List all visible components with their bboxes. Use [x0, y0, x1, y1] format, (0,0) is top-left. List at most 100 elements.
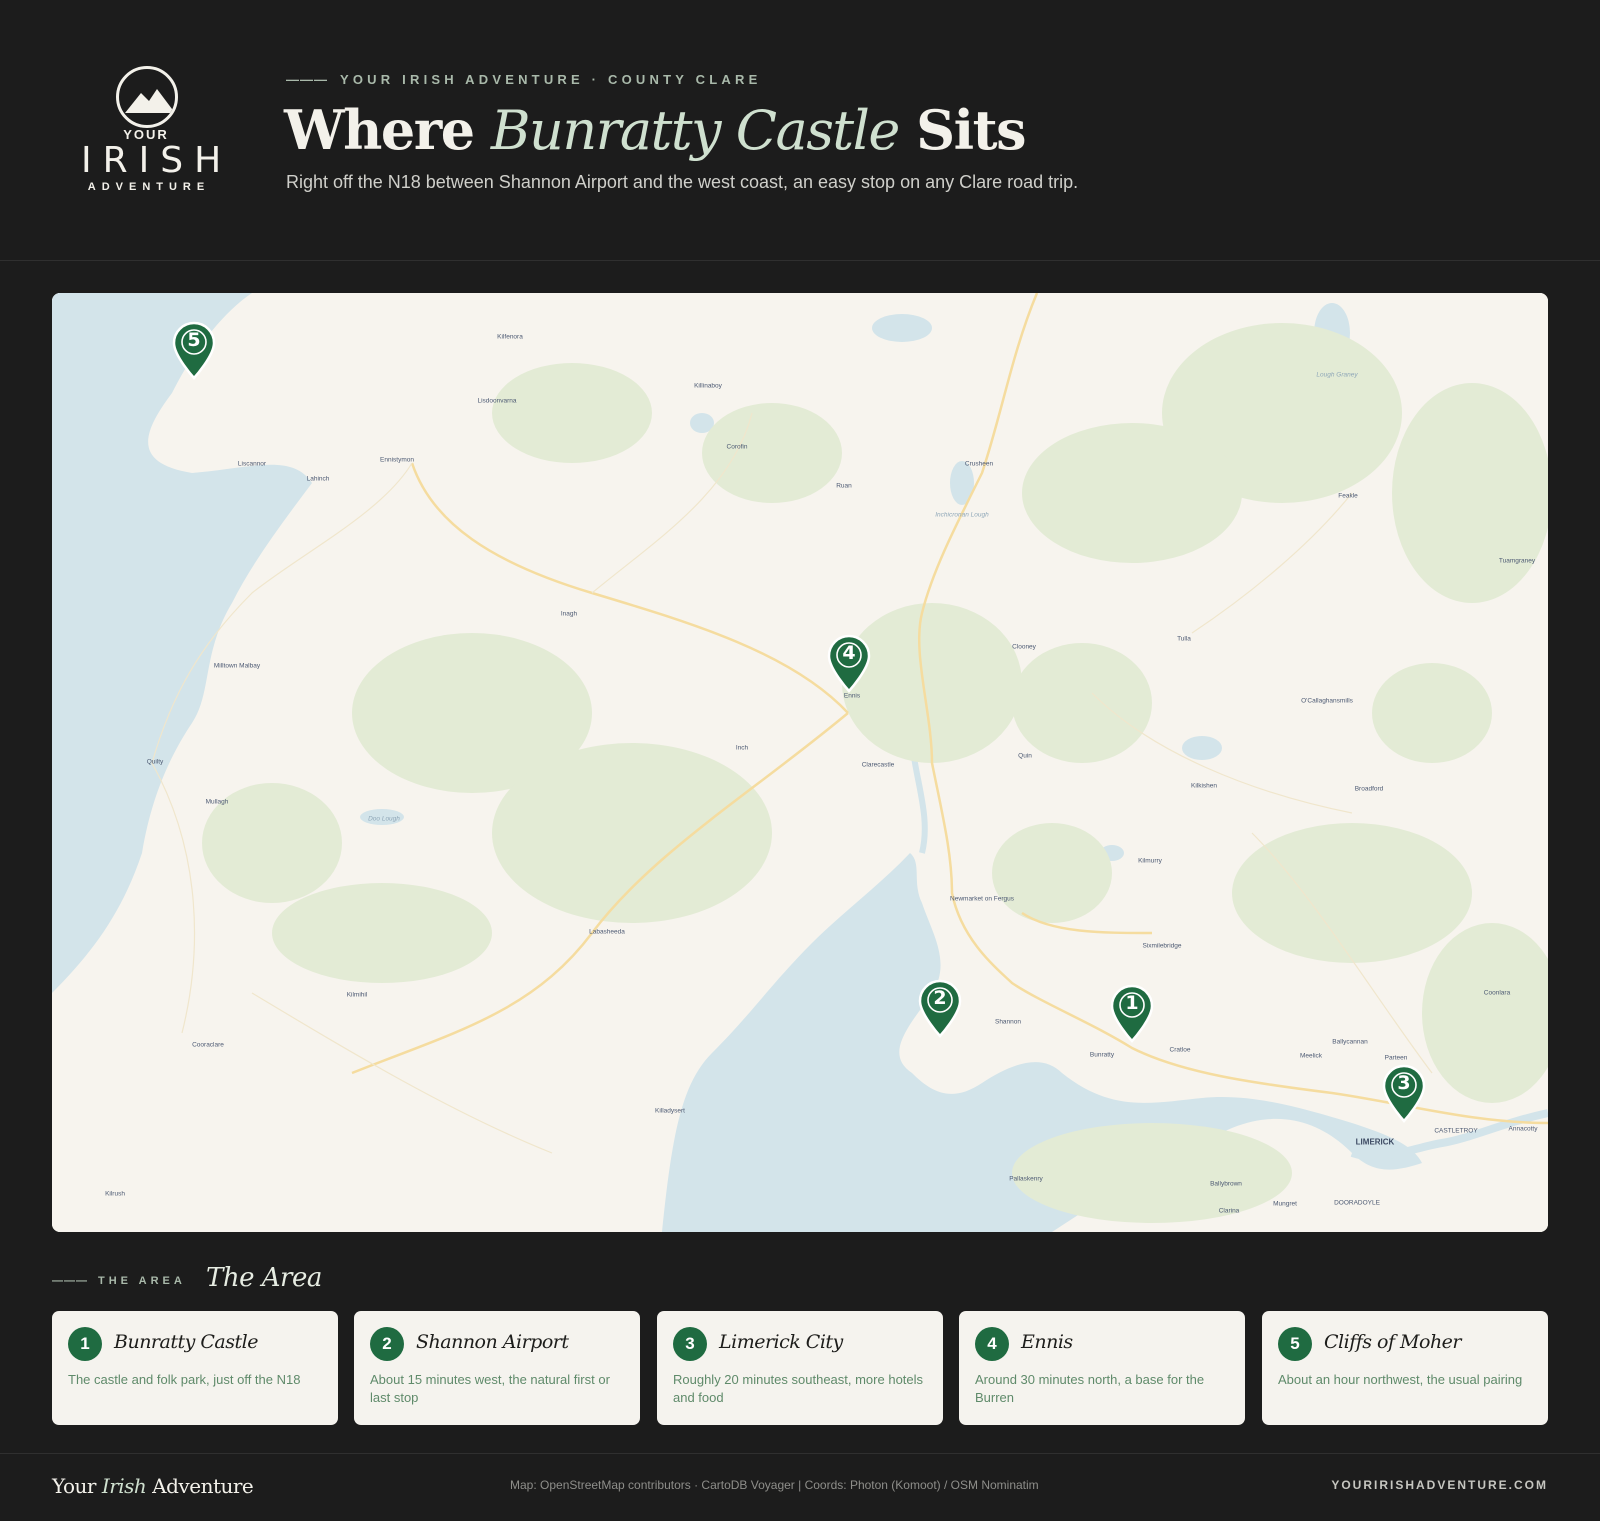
place-label: Doo Lough: [368, 815, 400, 823]
location-card[interactable]: 4 Ennis Around 30 minutes north, a base …: [959, 1311, 1245, 1425]
card-description: About 15 minutes west, the natural first…: [370, 1372, 610, 1405]
place-label: DOORADOYLE: [1334, 1199, 1380, 1207]
card-title: Limerick City: [719, 1331, 843, 1353]
place-label: Crusheen: [964, 460, 994, 468]
card-number: 1: [68, 1327, 102, 1361]
place-label: Kilmihil: [346, 991, 368, 999]
place-label: Quilty: [146, 758, 164, 766]
card-number: 5: [1278, 1327, 1312, 1361]
place-label: Tuamgraney: [1498, 557, 1536, 565]
map-marker-pin-icon[interactable]: 5: [171, 320, 217, 380]
marker-number: 3: [1397, 1072, 1411, 1094]
location-card[interactable]: 2 Shannon Airport About 15 minutes west,…: [354, 1311, 640, 1425]
logo-text-main: IRISH: [81, 140, 233, 181]
map-marker-pin-icon[interactable]: 4: [826, 633, 872, 693]
footer-brand-pre: Your: [52, 1474, 102, 1498]
page-title: Where Bunratty Castle Sits: [284, 98, 1027, 162]
site-url-link[interactable]: YOURIRISHADVENTURE.COM: [1331, 1478, 1548, 1492]
place-label: Quin: [1018, 752, 1032, 760]
place-label: Ballybrown: [1210, 1180, 1242, 1188]
place-label: Broadford: [1354, 785, 1384, 793]
place-label: Ennis: [843, 692, 861, 700]
place-label: Clarina: [1218, 1207, 1240, 1215]
area-kicker-text: THE AREA: [98, 1275, 186, 1287]
place-label: Killinaboy: [694, 382, 722, 390]
place-label: Killadysert: [655, 1107, 685, 1115]
place-label: Cooraclare: [192, 1041, 224, 1049]
place-label: Pallaskenry: [1009, 1175, 1043, 1183]
marker-number: 4: [842, 642, 856, 664]
card-description: The castle and folk park, just off the N…: [68, 1372, 301, 1387]
place-label: Clarecastle: [861, 761, 895, 769]
brand-logo[interactable]: YOUR IRISH ADVENTURE: [70, 64, 222, 194]
logo-text-bottom: ADVENTURE: [87, 181, 211, 193]
place-label: Kilmurry: [1138, 857, 1162, 865]
place-label: Newmarket on Fergus: [950, 895, 1014, 903]
page-subtitle: Right off the N18 between Shannon Airpor…: [286, 172, 1079, 192]
place-label: Inchicronan Lough: [935, 511, 989, 519]
location-cards: 1 Bunratty Castle The castle and folk pa…: [52, 1311, 1548, 1425]
footer-brand[interactable]: Your Irish Adventure: [52, 1474, 254, 1498]
place-label: Corofin: [726, 443, 748, 451]
card-title: Cliffs of Moher: [1324, 1331, 1462, 1353]
map-attribution: Map: OpenStreetMap contributors · CartoD…: [510, 1478, 1039, 1492]
page-header: YOUR IRISH ADVENTURE ——— YOUR IRISH ADVEN…: [0, 0, 1600, 261]
place-label: Lahinch: [306, 475, 330, 483]
map-marker-pin-icon[interactable]: 1: [1109, 983, 1155, 1043]
place-label: Meelick: [1299, 1052, 1323, 1060]
place-label: Inch: [735, 744, 749, 752]
footer-brand-post: Adventure: [146, 1474, 254, 1498]
place-label: Ruan: [836, 482, 852, 490]
footer-brand-em: Irish: [101, 1474, 147, 1498]
place-label: Sixmilebridge: [1142, 942, 1182, 950]
map-canvas[interactable]: Kilfenora Killinaboy Lisdoonvarna Ennistymo…: [52, 293, 1548, 1232]
marker-number: 1: [1125, 992, 1139, 1014]
location-card[interactable]: 5 Cliffs of Moher About an hour northwes…: [1262, 1311, 1548, 1425]
place-label: Liscannor: [237, 460, 267, 468]
place-label: Annacotty: [1508, 1125, 1538, 1133]
card-description: Around 30 minutes north, a base for the …: [975, 1372, 1205, 1405]
area-kicker-dash: ———: [52, 1275, 88, 1287]
place-label: Kilfenora: [497, 333, 523, 341]
area-title: The Area: [206, 1263, 322, 1293]
map-marker-pin-icon[interactable]: 3: [1381, 1063, 1427, 1123]
place-label: Tulla: [1177, 635, 1191, 643]
title-emphasis: Bunratty Castle: [490, 99, 900, 162]
card-number: 3: [673, 1327, 707, 1361]
place-label: Labasheeda: [589, 928, 625, 936]
card-number: 4: [975, 1327, 1009, 1361]
title-post: Sits: [898, 98, 1026, 162]
place-label: Feakle: [1338, 492, 1358, 500]
kicker-dash: ———: [286, 72, 328, 87]
kicker-text: YOUR IRISH ADVENTURE · COUNTY CLARE: [340, 72, 762, 87]
place-label: O'Callaghansmills: [1301, 697, 1353, 705]
location-card[interactable]: 3 Limerick City Roughly 20 minutes south…: [657, 1311, 943, 1425]
card-description: Roughly 20 minutes southeast, more hotel…: [673, 1372, 924, 1405]
card-number: 2: [370, 1327, 404, 1361]
place-label: Coonlara: [1483, 989, 1511, 997]
place-label: Parteen: [1384, 1054, 1408, 1062]
page-footer: Your Irish Adventure Map: OpenStreetMap …: [0, 1453, 1600, 1521]
place-label: Shannon: [994, 1018, 1022, 1026]
place-label: Ennistymon: [380, 456, 414, 464]
place-label: CASTLETROY: [1434, 1127, 1478, 1135]
area-kicker: ——— THE AREA: [52, 1275, 186, 1287]
mountain-icon: [116, 66, 178, 128]
title-pre: Where: [284, 98, 491, 162]
place-label: LIMERICK: [1355, 1137, 1395, 1147]
marker-number: 5: [187, 329, 201, 351]
place-label: Kilrush: [105, 1190, 125, 1198]
map-marker-pin-icon[interactable]: 2: [917, 978, 963, 1038]
place-label: Ballycannan: [1332, 1038, 1368, 1046]
card-title: Shannon Airport: [416, 1331, 569, 1353]
location-card[interactable]: 1 Bunratty Castle The castle and folk pa…: [52, 1311, 338, 1425]
map-basemap: [52, 293, 1548, 1232]
place-label: Lisdoonvarna: [477, 397, 517, 405]
place-label: Inagh: [560, 610, 578, 618]
place-label: Bunratty: [1089, 1051, 1115, 1059]
place-label: Clooney: [1012, 643, 1036, 651]
place-label: Milltown Malbay: [213, 662, 261, 670]
header-kicker: ——— YOUR IRISH ADVENTURE · COUNTY CLARE: [286, 72, 761, 87]
marker-number: 2: [933, 987, 947, 1009]
place-label: Mungret: [1273, 1200, 1297, 1208]
